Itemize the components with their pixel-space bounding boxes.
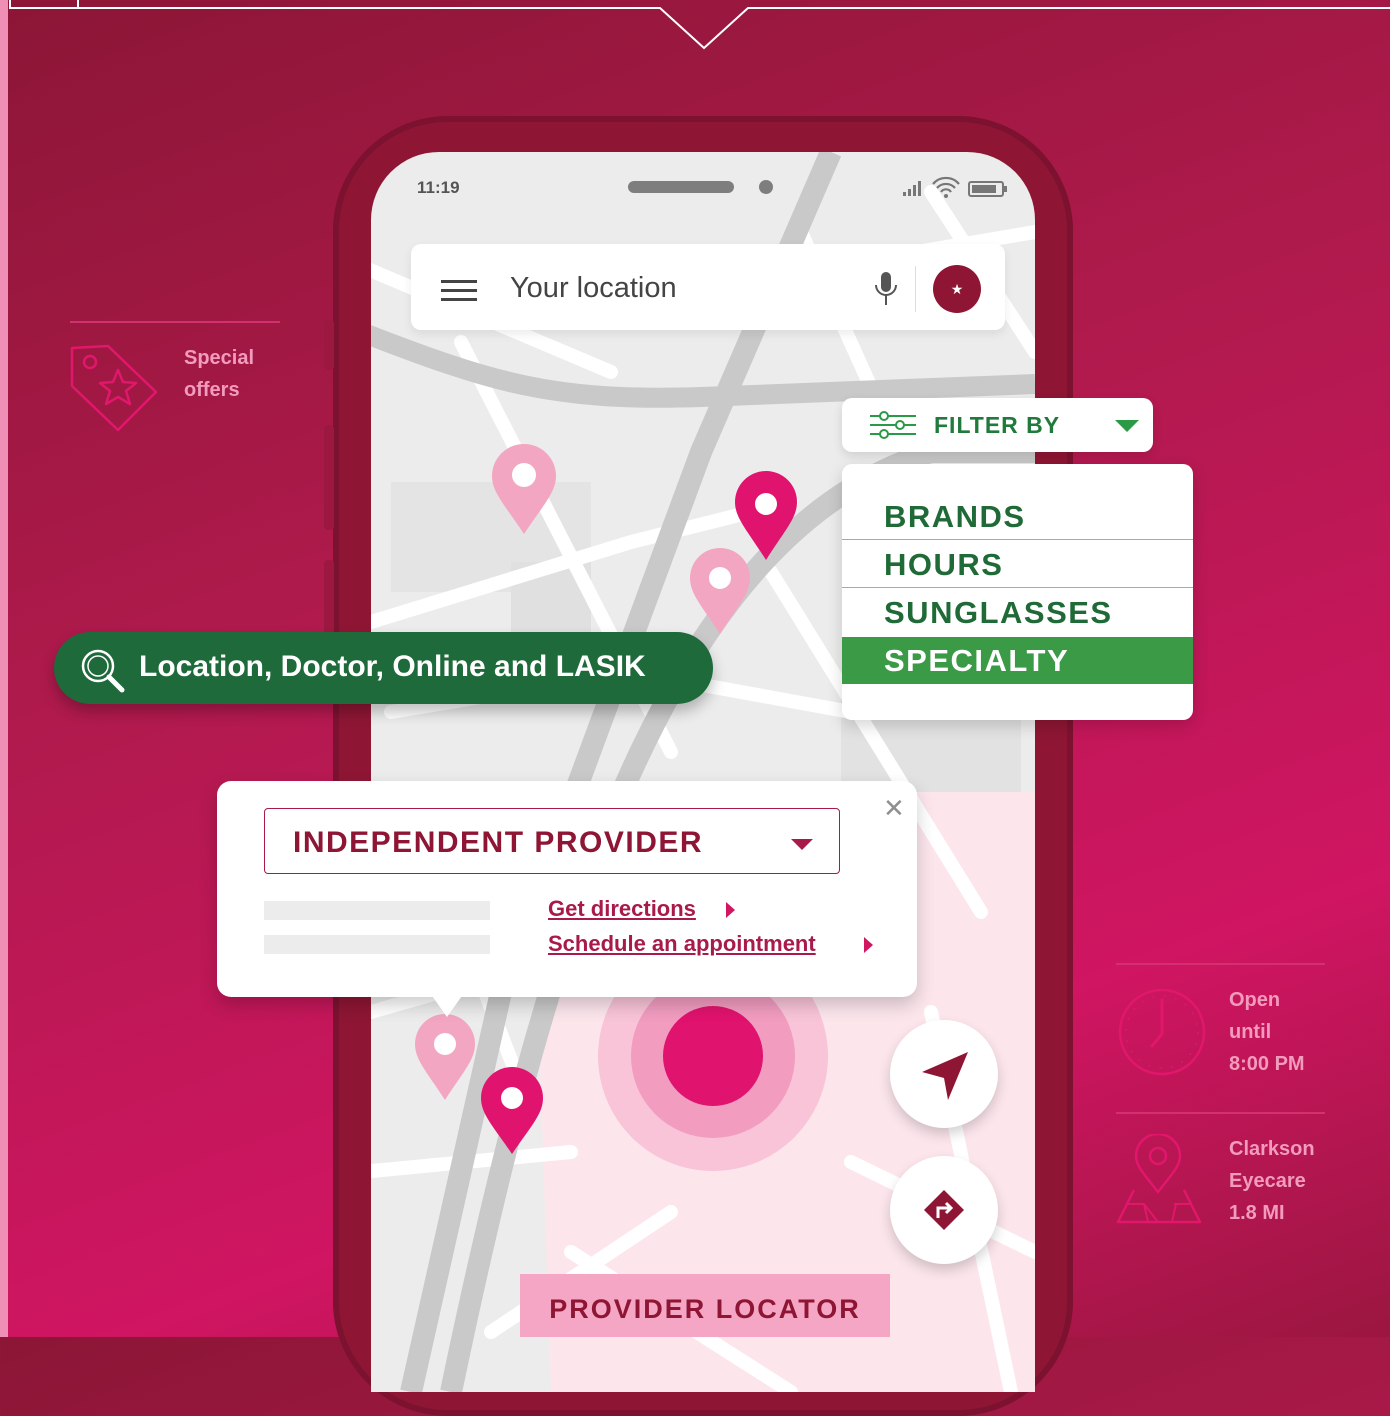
map-pin-dark[interactable] — [481, 1067, 543, 1154]
map-pin-light[interactable] — [415, 1014, 475, 1100]
notch-speaker — [628, 181, 734, 193]
hours-line3: 8:00 PM — [1229, 1053, 1305, 1075]
map-pin-icon — [1116, 1134, 1202, 1224]
filter-title: FILTER BY — [934, 412, 1061, 438]
filter-options-list: BRANDS HOURS SUNGLASSES SPECIALTY — [842, 464, 1193, 720]
my-location-button[interactable] — [890, 1020, 998, 1128]
top-frame-lines — [9, 0, 1390, 50]
provider-info-card: ✕ INDEPENDENT PROVIDER Get directions Sc… — [217, 781, 917, 997]
hours-info: Open until 8:00 PM — [1229, 984, 1305, 1080]
chevron-down-icon — [791, 839, 813, 850]
directions-button[interactable] — [890, 1156, 998, 1264]
divider-line — [70, 321, 280, 323]
provider-name-line2: Eyecare — [1229, 1170, 1306, 1192]
provider-name-line1: Clarkson — [1229, 1138, 1315, 1160]
schedule-appointment-link[interactable]: Schedule an appointment — [548, 931, 816, 957]
filter-option-brands[interactable]: BRANDS — [842, 493, 1193, 540]
tag-star-icon — [70, 344, 158, 432]
directions-icon — [924, 1190, 964, 1230]
left-edge-strip — [0, 0, 8, 1337]
search-divider — [915, 266, 916, 312]
address-placeholder — [264, 901, 490, 920]
divider-line — [1116, 963, 1325, 965]
magnifier-icon — [81, 649, 125, 693]
hours-line2: until — [1229, 1021, 1272, 1043]
hamburger-menu-icon[interactable] — [441, 280, 477, 302]
divider-line — [1116, 1112, 1325, 1114]
card-pointer — [430, 993, 464, 1017]
special-offers-line1: Special — [184, 347, 255, 369]
search-input[interactable]: Your location — [510, 272, 677, 305]
status-icons — [903, 176, 1007, 198]
search-categories-pill[interactable]: Location, Doctor, Online and LASIK — [54, 632, 713, 704]
special-offers-line2: offers — [184, 379, 240, 401]
microphone-icon[interactable] — [873, 270, 899, 308]
status-time: 11:19 — [417, 178, 460, 197]
filter-option-specialty[interactable]: SPECIALTY — [842, 637, 1193, 684]
phone-side-button — [324, 320, 334, 370]
address-placeholder — [264, 935, 490, 954]
sliders-icon — [870, 411, 916, 439]
phone-side-button — [324, 425, 334, 530]
filter-by-dropdown[interactable]: FILTER BY — [842, 398, 1153, 452]
arrow-right-icon — [864, 937, 873, 953]
provider-locator-label: PROVIDER LOCATOR — [520, 1274, 890, 1337]
filter-option-sunglasses[interactable]: SUNGLASSES — [842, 589, 1193, 636]
close-icon[interactable]: ✕ — [883, 793, 905, 824]
hours-line1: Open — [1229, 989, 1281, 1011]
wifi-icon — [932, 176, 960, 193]
provider-type-select[interactable]: INDEPENDENT PROVIDER — [264, 808, 840, 874]
map-pin-light[interactable] — [690, 548, 750, 634]
arrow-right-icon — [726, 902, 735, 918]
battery-icon — [968, 181, 1007, 197]
signal-icon — [903, 181, 921, 196]
favorites-star-button[interactable]: ★ — [933, 265, 981, 313]
search-categories-text: Location, Doctor, Online and LASIK — [139, 650, 646, 683]
chevron-down-icon — [1115, 420, 1139, 432]
get-directions-link[interactable]: Get directions — [548, 896, 696, 922]
clock-icon — [1118, 988, 1206, 1076]
special-offers-label: Special offers — [184, 342, 254, 406]
navigation-arrow-icon — [922, 1052, 968, 1100]
location-search-bar[interactable]: Your location ★ — [411, 244, 1005, 330]
provider-distance: 1.8 MI — [1229, 1202, 1285, 1224]
filter-option-hours[interactable]: HOURS — [842, 541, 1193, 588]
provider-type-value: INDEPENDENT PROVIDER — [293, 826, 704, 859]
provider-distance-info: Clarkson Eyecare 1.8 MI — [1229, 1133, 1315, 1229]
notch-camera — [759, 180, 773, 194]
